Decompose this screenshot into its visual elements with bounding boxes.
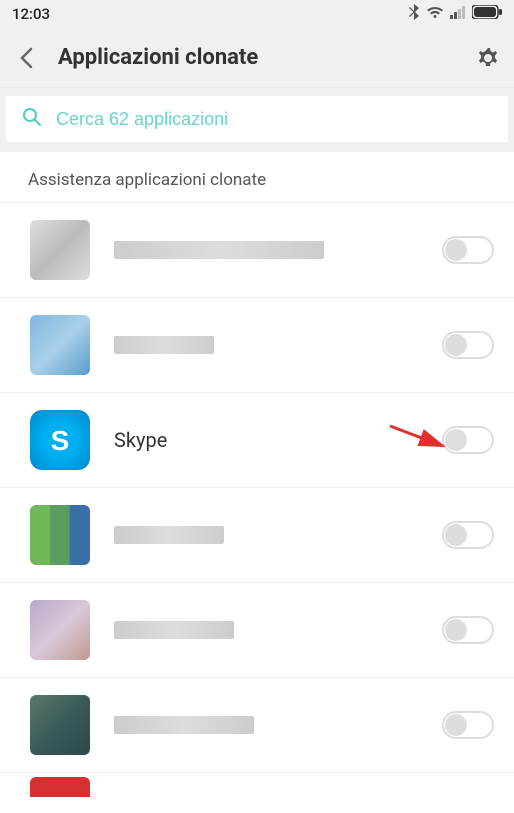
app-label: Skype bbox=[114, 428, 418, 452]
section-title: Assistenza applicazioni clonate bbox=[0, 152, 514, 202]
app-icon bbox=[30, 600, 90, 660]
toggle-switch[interactable] bbox=[442, 426, 494, 454]
list-item-skype[interactable]: S Skype bbox=[0, 393, 514, 488]
app-icon bbox=[30, 777, 90, 797]
toggle-switch[interactable] bbox=[442, 236, 494, 264]
app-label bbox=[114, 621, 418, 639]
wifi-icon bbox=[426, 5, 444, 23]
battery-icon bbox=[472, 5, 502, 23]
back-button[interactable] bbox=[14, 46, 38, 70]
app-label bbox=[114, 716, 418, 734]
app-icon bbox=[30, 315, 90, 375]
signal-icon bbox=[450, 5, 466, 23]
search-box[interactable] bbox=[6, 96, 508, 142]
list-item[interactable] bbox=[0, 298, 514, 393]
app-icon bbox=[30, 505, 90, 565]
bluetooth-icon bbox=[408, 4, 420, 24]
page-title: Applicazioni clonate bbox=[58, 45, 456, 70]
app-label bbox=[114, 241, 418, 259]
settings-button[interactable] bbox=[476, 46, 500, 70]
toggle-switch[interactable] bbox=[442, 616, 494, 644]
status-icons bbox=[408, 4, 502, 24]
list-item[interactable] bbox=[0, 488, 514, 583]
toggle-switch[interactable] bbox=[442, 521, 494, 549]
toggle-switch[interactable] bbox=[442, 711, 494, 739]
list-item[interactable] bbox=[0, 203, 514, 298]
list-item[interactable] bbox=[0, 678, 514, 773]
toggle-switch[interactable] bbox=[442, 331, 494, 359]
search-container bbox=[0, 88, 514, 152]
app-label bbox=[114, 526, 418, 544]
svg-text:S: S bbox=[51, 425, 70, 456]
list-item[interactable] bbox=[0, 773, 514, 813]
app-icon bbox=[30, 220, 90, 280]
status-time: 12:03 bbox=[12, 5, 50, 23]
skype-icon: S bbox=[30, 410, 90, 470]
app-label bbox=[114, 336, 418, 354]
search-input[interactable] bbox=[56, 109, 492, 130]
app-header: Applicazioni clonate bbox=[0, 28, 514, 88]
list-item[interactable] bbox=[0, 583, 514, 678]
search-icon bbox=[22, 107, 42, 131]
status-bar: 12:03 bbox=[0, 0, 514, 28]
app-list: S Skype bbox=[0, 202, 514, 813]
app-icon bbox=[30, 695, 90, 755]
